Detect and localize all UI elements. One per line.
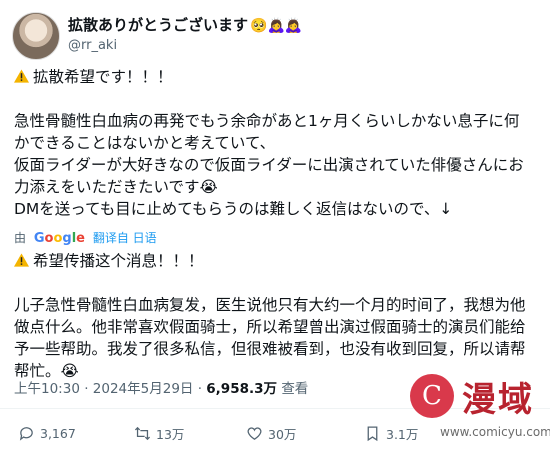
watermark-logo: C 漫域 www.comicyu.com [410,370,550,450]
display-name-emojis: 🥺🙇‍♀️🙇‍♀️ [250,18,303,34]
watermark-circle-icon: C [410,374,454,418]
bookmark-icon [367,425,378,441]
display-name[interactable]: 拡散ありがとうございます 🥺🙇‍♀️🙇‍♀️ [68,14,302,35]
reply-button[interactable]: 3,167 [18,420,76,446]
like-button[interactable]: 30万 [246,420,296,446]
translated-body: 希望传播这个消息！！！ 儿子急性骨髓性白血病复发，医生说他只有大约一个月的时间了… [14,250,538,382]
translation-attribution: 由 Google 翻译自 日语 [14,229,157,247]
warning-icon [14,253,29,267]
translated-text: 希望传播这个消息！！！ [33,252,204,270]
post-body-line: 拡散希望です！！！ [14,66,538,88]
repost-icon [134,426,151,440]
watermark-url: www.comicyu.com [440,425,550,439]
translated-line: 希望传播这个消息！！！ [14,250,538,272]
post-body-text: 拡散希望です！！！ [33,68,173,86]
views-count: 6,958.3万 [206,381,278,397]
reply-count: 3,167 [40,425,76,441]
post-time[interactable]: 上午10:30 [14,381,80,397]
translated-line: 儿子急性骨髓性白血病复发，医生说他只有大约一个月的时间了，我想为他 [14,296,526,314]
avatar[interactable] [12,12,60,60]
user-handle[interactable]: @rr_aki [68,38,117,53]
display-name-text: 拡散ありがとうございます [68,16,249,34]
heart-icon [247,426,262,440]
post-body-line: 急性骨髄性白血病の再発でもう余命があと1ヶ月くらいしかない息子に何 [14,112,520,130]
repost-count: 13万 [156,426,185,442]
post-header: 拡散ありがとうございます 🥺🙇‍♀️🙇‍♀️ @rr_aki [12,12,532,60]
post-meta: 上午10:30 · 2024年5月29日 · 6,958.3万 查看 [14,381,309,397]
like-count: 30万 [268,426,297,442]
post-date[interactable]: 2024年5月29日 [93,381,194,397]
translated-line: 予一些帮助。我发了很多私信，但很难被看到，也没有收到回复，所以请帮 [14,340,526,358]
translated-from-link[interactable]: 翻译自 日语 [93,231,157,245]
warning-icon [14,69,29,83]
google-logo: Google [33,231,85,246]
repost-button[interactable]: 13万 [134,420,184,446]
translated-line: 做点什么。他非常喜欢假面骑士，所以希望曾出演过假面骑士的演员们能给 [14,318,526,336]
post-body-line: 力添えをいただきたいです😭 [14,178,218,196]
translated-line [14,272,538,294]
translated-by-label: 由 [14,231,27,245]
watermark-name: 漫域 [462,380,534,420]
post-body-line: かできることはないかと考えていて、 [14,134,276,152]
post-body-line: 仮面ライダーが大好きなので仮面ライダーに出演されていた俳優さんにお [14,156,524,174]
post-body-line: DMを送っても目に止めてもらうのは難しく返信はないので、↓ [14,200,453,218]
post-body: 拡散希望です！！！ 急性骨髄性白血病の再発でもう余命があと1ヶ月くらいしかない息… [14,66,538,220]
views-label: 查看 [281,381,309,397]
reply-icon [19,426,33,441]
post-body-line [14,88,538,110]
